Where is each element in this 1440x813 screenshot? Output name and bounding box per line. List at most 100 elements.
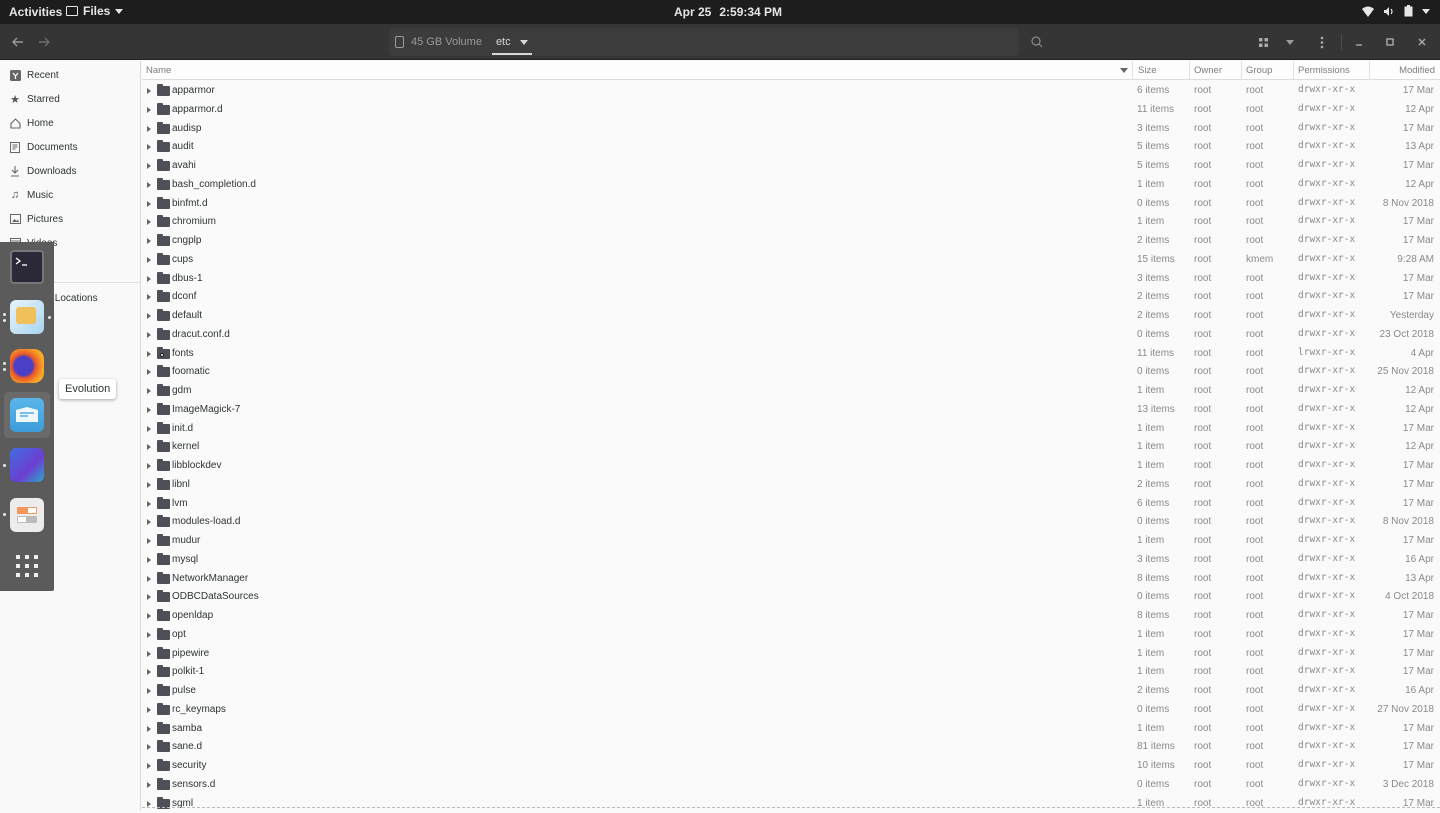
expand-arrow-icon[interactable] <box>147 651 151 657</box>
expand-arrow-icon[interactable] <box>147 369 151 375</box>
file-row[interactable]: openldap8 itemsrootrootdrwxr-xr-x17 Mar <box>142 607 1440 626</box>
expand-arrow-icon[interactable] <box>147 182 151 188</box>
column-header-owner[interactable]: Owner <box>1189 61 1241 80</box>
file-row[interactable]: chromium1 itemrootrootdrwxr-xr-x17 Mar <box>142 213 1440 232</box>
column-header-size[interactable]: Size <box>1132 61 1189 80</box>
dock-app-maps[interactable] <box>10 448 44 482</box>
file-row[interactable]: dbus-13 itemsrootrootdrwxr-xr-x17 Mar <box>142 270 1440 289</box>
file-row[interactable]: mysql3 itemsrootrootdrwxr-xr-x16 Apr <box>142 551 1440 570</box>
expand-arrow-icon[interactable] <box>147 632 151 638</box>
app-menu[interactable]: Files <box>66 4 123 18</box>
file-row[interactable]: modules-load.d0 itemsrootrootdrwxr-xr-x8… <box>142 513 1440 532</box>
expand-arrow-icon[interactable] <box>147 801 151 807</box>
expand-arrow-icon[interactable] <box>147 501 151 507</box>
file-row[interactable]: cngplp2 itemsrootrootdrwxr-xr-x17 Mar <box>142 232 1440 251</box>
expand-arrow-icon[interactable] <box>147 744 151 750</box>
clock[interactable]: Apr 25 2:59:34 PM <box>674 5 782 19</box>
expand-arrow-icon[interactable] <box>147 763 151 769</box>
maximize-button[interactable] <box>1378 30 1402 54</box>
column-header-permissions[interactable]: Permissions <box>1293 61 1369 80</box>
expand-arrow-icon[interactable] <box>147 444 151 450</box>
expand-arrow-icon[interactable] <box>147 407 151 413</box>
expand-arrow-icon[interactable] <box>147 726 151 732</box>
expand-arrow-icon[interactable] <box>147 332 151 338</box>
file-row[interactable]: dracut.conf.d0 itemsrootrootdrwxr-xr-x23… <box>142 326 1440 345</box>
file-row[interactable]: pulse2 itemsrootrootdrwxr-xr-x16 Apr <box>142 682 1440 701</box>
close-button[interactable] <box>1410 30 1434 54</box>
file-row[interactable]: mudur1 itemrootrootdrwxr-xr-x17 Mar <box>142 532 1440 551</box>
file-row[interactable]: sane.d81 itemsrootrootdrwxr-xr-x17 Mar <box>142 738 1440 757</box>
file-row[interactable]: pipewire1 itemrootrootdrwxr-xr-x17 Mar <box>142 645 1440 664</box>
expand-arrow-icon[interactable] <box>147 126 151 132</box>
dock-app-firefox[interactable] <box>10 349 44 383</box>
expand-arrow-icon[interactable] <box>147 294 151 300</box>
expand-arrow-icon[interactable] <box>147 107 151 113</box>
expand-arrow-icon[interactable] <box>147 388 151 394</box>
file-row[interactable]: samba1 itemrootrootdrwxr-xr-x17 Mar <box>142 720 1440 739</box>
file-row[interactable]: cups15 itemsrootkmemdrwxr-xr-x9:28 AM <box>142 251 1440 270</box>
file-row[interactable]: bash_completion.d1 itemrootrootdrwxr-xr-… <box>142 176 1440 195</box>
minimize-button[interactable] <box>1347 30 1371 54</box>
expand-arrow-icon[interactable] <box>147 594 151 600</box>
dock-app-terminal[interactable] <box>10 250 44 284</box>
file-row[interactable]: default2 itemsrootrootdrwxr-xr-xYesterda… <box>142 307 1440 326</box>
expand-arrow-icon[interactable] <box>147 463 151 469</box>
expand-arrow-icon[interactable] <box>147 163 151 169</box>
file-row[interactable]: sensors.d0 itemsrootrootdrwxr-xr-x3 Dec … <box>142 776 1440 795</box>
file-row[interactable]: apparmor.d11 itemsrootrootdrwxr-xr-x12 A… <box>142 101 1440 120</box>
expand-arrow-icon[interactable] <box>147 313 151 319</box>
file-row[interactable]: foomatic0 itemsrootrootdrwxr-xr-x25 Nov … <box>142 363 1440 382</box>
file-row[interactable]: libnl2 itemsrootrootdrwxr-xr-x17 Mar <box>142 476 1440 495</box>
search-button[interactable] <box>1025 30 1049 54</box>
file-row[interactable]: dconf2 itemsrootrootdrwxr-xr-x17 Mar <box>142 288 1440 307</box>
expand-arrow-icon[interactable] <box>147 707 151 713</box>
dock-app-files[interactable] <box>10 300 44 334</box>
forward-button[interactable] <box>32 30 56 54</box>
sidebar-item-downloads[interactable]: Downloads <box>0 159 141 183</box>
file-row[interactable]: gdm1 itemrootrootdrwxr-xr-x12 Apr <box>142 382 1440 401</box>
dock-app-settings[interactable] <box>10 498 44 532</box>
sidebar-item-documents[interactable]: Documents <box>0 135 141 159</box>
expand-arrow-icon[interactable] <box>147 482 151 488</box>
column-header-modified[interactable]: Modified <box>1369 61 1440 80</box>
file-row[interactable]: rc_keymaps0 itemsrootrootdrwxr-xr-x27 No… <box>142 701 1440 720</box>
expand-arrow-icon[interactable] <box>147 201 151 207</box>
file-row[interactable]: libblockdev1 itemrootrootdrwxr-xr-x17 Ma… <box>142 457 1440 476</box>
path-bar[interactable]: 45 GB Volume etc <box>389 28 1019 56</box>
expand-arrow-icon[interactable] <box>147 426 151 432</box>
expand-arrow-icon[interactable] <box>147 276 151 282</box>
sidebar-item-pictures[interactable]: Pictures <box>0 207 141 231</box>
file-row[interactable]: audisp3 itemsrootrootdrwxr-xr-x17 Mar <box>142 120 1440 139</box>
expand-arrow-icon[interactable] <box>147 538 151 544</box>
file-row[interactable]: avahi5 itemsrootrootdrwxr-xr-x17 Mar <box>142 157 1440 176</box>
expand-arrow-icon[interactable] <box>147 219 151 225</box>
file-row[interactable]: binfmt.d0 itemsrootrootdrwxr-xr-x8 Nov 2… <box>142 195 1440 214</box>
expand-arrow-icon[interactable] <box>147 519 151 525</box>
file-row[interactable]: init.d1 itemrootrootdrwxr-xr-x17 Mar <box>142 420 1440 439</box>
file-row[interactable]: polkit-11 itemrootrootdrwxr-xr-x17 Mar <box>142 663 1440 682</box>
dock-app-evolution[interactable] <box>10 398 44 432</box>
view-options-button[interactable] <box>1278 30 1302 54</box>
system-tray[interactable] <box>1362 5 1430 17</box>
expand-arrow-icon[interactable] <box>147 351 151 357</box>
sidebar-item-home[interactable]: Home <box>0 111 141 135</box>
file-row[interactable]: opt1 itemrootrootdrwxr-xr-x17 Mar <box>142 626 1440 645</box>
back-button[interactable] <box>6 30 30 54</box>
column-header-group[interactable]: Group <box>1241 61 1293 80</box>
expand-arrow-icon[interactable] <box>147 669 151 675</box>
breadcrumb-volume[interactable]: 45 GB Volume <box>411 36 482 48</box>
file-row[interactable]: lvm6 itemsrootrootdrwxr-xr-x17 Mar <box>142 495 1440 514</box>
file-row[interactable]: fonts11 itemsrootrootlrwxr-xr-x4 Apr <box>142 345 1440 364</box>
file-row[interactable]: sgml1 itemrootrootdrwxr-xr-x17 Mar <box>142 795 1440 813</box>
menu-button[interactable] <box>1310 30 1334 54</box>
expand-arrow-icon[interactable] <box>147 144 151 150</box>
expand-arrow-icon[interactable] <box>147 88 151 94</box>
expand-arrow-icon[interactable] <box>147 557 151 563</box>
activities-button[interactable]: Activities <box>9 5 62 19</box>
expand-arrow-icon[interactable] <box>147 576 151 582</box>
column-header-name[interactable]: Name <box>142 61 1132 80</box>
show-applications-button[interactable] <box>15 554 39 578</box>
file-row[interactable]: ImageMagick-713 itemsrootrootdrwxr-xr-x1… <box>142 401 1440 420</box>
file-row[interactable]: NetworkManager8 itemsrootrootdrwxr-xr-x1… <box>142 570 1440 589</box>
grid-view-button[interactable] <box>1251 30 1275 54</box>
